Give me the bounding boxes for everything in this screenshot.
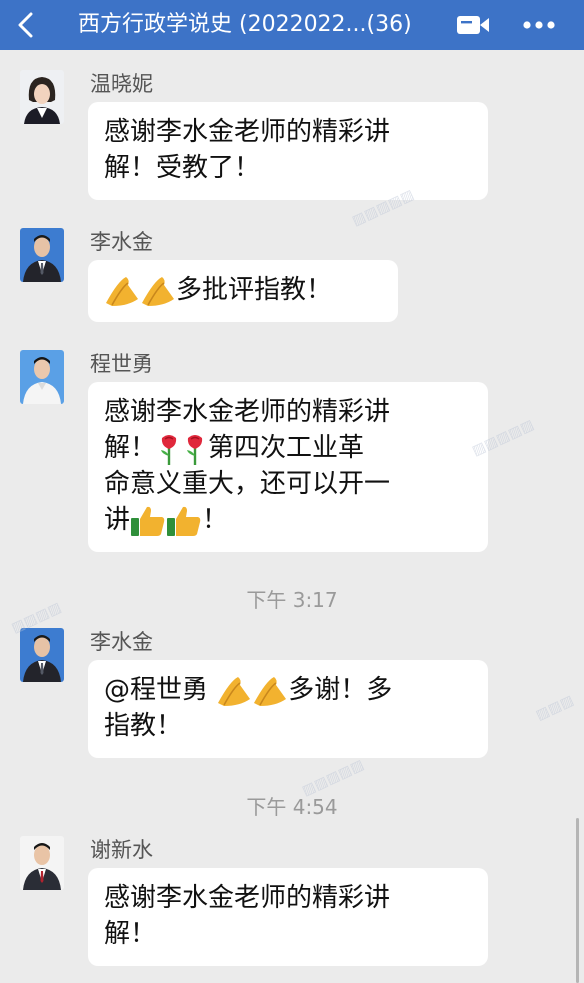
message-bubble[interactable]: 感谢李水金老师的精彩讲 解！受教了！: [88, 102, 488, 200]
message-text-line: 解！ 第四次工业革: [104, 430, 472, 466]
sender-name: 李水金: [90, 230, 153, 254]
scrollbar[interactable]: [576, 818, 579, 983]
more-button[interactable]: [520, 10, 558, 40]
message-text-line: 解！: [104, 919, 157, 949]
avatar[interactable]: [20, 228, 64, 282]
avatar[interactable]: [20, 70, 64, 124]
message-text-line: 解！受教了！: [104, 153, 261, 183]
rose-icon: [187, 434, 203, 465]
avatar-man-icon: [20, 628, 64, 682]
sender-name: 程世勇: [90, 352, 153, 376]
message-text: 多批评指教！: [176, 275, 333, 305]
chevron-left-icon: [18, 12, 33, 38]
message-bubble[interactable]: 多批评指教！: [88, 260, 398, 322]
avatar-man-icon: [20, 228, 64, 282]
avatar-man-icon: [20, 350, 64, 404]
message-text: 多谢！多: [288, 675, 393, 705]
avatar-man-icon: [20, 836, 64, 890]
chat-header: 西方行政学说史 (2022022...(36): [0, 0, 584, 50]
timestamp: 下午 3:17: [246, 588, 338, 612]
chat-screen: 西方行政学说史 (2022022...(36) 温晓妮 感谢李水金老师的精彩讲 …: [0, 0, 584, 983]
message-text: 解！: [104, 433, 157, 463]
mention: @程世勇: [104, 675, 209, 705]
message-text-line: 讲 ！: [104, 502, 472, 538]
watermark: ▨▨▨: [533, 692, 577, 724]
thumbs-up-icon: [167, 506, 201, 536]
message-bubble[interactable]: 感谢李水金老师的精彩讲 解！: [88, 868, 488, 966]
folded-hands-icon: [142, 276, 174, 306]
message-text-line: 指教！: [104, 711, 183, 741]
sender-name: 谢新水: [90, 838, 153, 862]
more-dots-icon: [523, 21, 555, 29]
message-text: 讲: [104, 505, 131, 535]
video-camera-icon: [457, 16, 489, 34]
message-text-line: 命意义重大，还可以开一: [104, 469, 391, 499]
folded-hands-icon: [218, 676, 251, 706]
message-text-line: 感谢李水金老师的精彩讲: [104, 883, 391, 913]
sender-name: 李水金: [90, 630, 153, 654]
video-call-button[interactable]: [455, 11, 491, 39]
rose-icon: [161, 434, 177, 465]
message-text: 第四次工业革: [208, 433, 365, 463]
folded-hands-icon: [106, 276, 138, 306]
sender-name: 温晓妮: [90, 72, 153, 96]
message-text-line: 感谢李水金老师的精彩讲: [104, 117, 391, 147]
avatar[interactable]: [20, 836, 64, 890]
back-button[interactable]: [8, 6, 44, 44]
avatar-woman-icon: [20, 70, 64, 124]
message-text-line: @程世勇 多谢！多: [104, 672, 472, 708]
message-bubble[interactable]: @程世勇 多谢！多 指教！: [88, 660, 488, 758]
chat-title: 西方行政学说史 (2022022...(36): [78, 12, 412, 37]
avatar[interactable]: [20, 628, 64, 682]
thumbs-up-icon: [131, 506, 165, 536]
folded-hands-icon: [254, 676, 287, 706]
message-text: ！: [202, 505, 229, 535]
timestamp: 下午 4:54: [246, 795, 338, 819]
message-text-line: 感谢李水金老师的精彩讲: [104, 397, 391, 427]
message-bubble[interactable]: 感谢李水金老师的精彩讲 解！ 第四次工业革 命意义重大，还可以开一 讲 ！: [88, 382, 488, 552]
avatar[interactable]: [20, 350, 64, 404]
